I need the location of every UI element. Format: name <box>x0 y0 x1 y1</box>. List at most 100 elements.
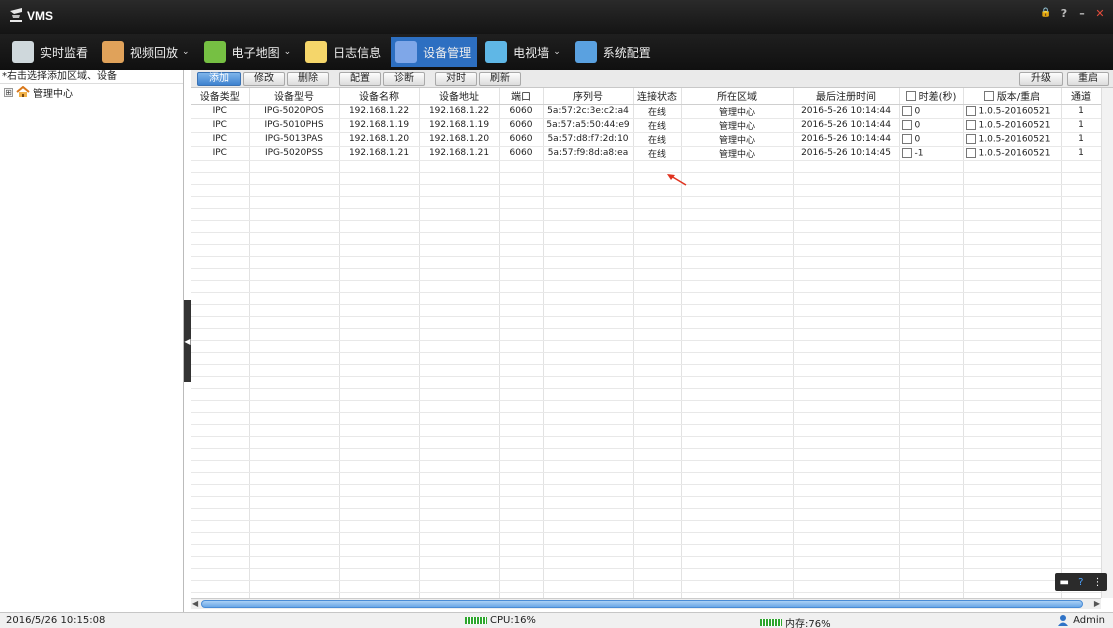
add-button[interactable]: 添加 <box>197 72 241 86</box>
empty-cell <box>899 496 964 509</box>
horizontal-scroll-thumb[interactable] <box>201 600 1083 608</box>
empty-cell <box>633 532 682 545</box>
empty-cell <box>499 556 544 569</box>
help-icon[interactable]: ? <box>1057 6 1071 20</box>
table-row[interactable]: IPC IPG-5010PHS 192.168.1.19 192.168.1.19 60… <box>191 118 1101 133</box>
chevron-down-icon[interactable]: ⌄ <box>284 47 292 57</box>
empty-cell <box>419 304 500 317</box>
refresh-button[interactable]: 刷新 <box>479 72 521 86</box>
empty-cell <box>191 352 250 365</box>
col-device-type[interactable]: 设备类型 <box>191 88 250 105</box>
col-area[interactable]: 所在区域 <box>681 88 794 105</box>
col-channel[interactable]: 通道 <box>1061 88 1101 105</box>
current-user[interactable]: Admin <box>1057 614 1105 626</box>
scroll-right-icon[interactable]: ▶ <box>1094 599 1100 608</box>
empty-cell <box>681 208 794 221</box>
empty-cell <box>499 292 544 305</box>
row-checkbox[interactable] <box>901 147 912 158</box>
empty-cell <box>681 580 794 593</box>
col-last-register-time[interactable]: 最后注册时间 <box>793 88 900 105</box>
home-icon <box>16 86 30 97</box>
row-checkbox[interactable] <box>965 133 976 144</box>
minimize-icon[interactable]: – <box>1075 6 1089 20</box>
empty-cell <box>963 484 1062 497</box>
lock-icon[interactable]: 🔒 <box>1039 6 1053 20</box>
keyboard-icon[interactable]: ▬ <box>1060 577 1069 588</box>
empty-cell <box>543 364 634 377</box>
vertical-scrollbar[interactable] <box>1101 88 1113 598</box>
diagnose-button[interactable]: 诊断 <box>383 72 425 86</box>
empty-cell <box>793 436 900 449</box>
empty-cell <box>419 244 500 257</box>
empty-cell <box>963 424 1062 437</box>
col-time-diff[interactable]: 时差(秒) <box>899 88 964 105</box>
row-checkbox[interactable] <box>965 147 976 158</box>
main-menu: 实时监看 视频回放 ⌄ 电子地图 ⌄ 日志信息 设备管理 电视墙 ⌄ 系统配置 <box>0 34 1113 70</box>
menu-item-5[interactable]: 电视墙 ⌄ <box>481 37 567 67</box>
row-checkbox[interactable] <box>965 105 976 116</box>
menu-item-0[interactable]: 实时监看 <box>8 37 94 67</box>
col-device-model[interactable]: 设备型号 <box>249 88 340 105</box>
empty-cell <box>633 520 682 533</box>
status-bar: 2016/5/26 10:15:08 CPU:16% 内存:76% Admin <box>0 612 1113 628</box>
select-all-version-checkbox[interactable] <box>983 90 994 101</box>
menu-item-6[interactable]: 系统配置 <box>571 37 657 67</box>
empty-cell <box>543 544 634 557</box>
table-row[interactable]: IPC IPG-5020PSS 192.168.1.21 192.168.1.21 60… <box>191 146 1101 161</box>
empty-cell <box>419 340 500 353</box>
menu-item-1[interactable]: 视频回放 ⌄ <box>98 37 196 67</box>
row-checkbox[interactable] <box>901 133 912 144</box>
empty-cell <box>1061 436 1101 449</box>
select-all-timediff-checkbox[interactable] <box>905 90 916 101</box>
empty-cell <box>899 508 964 521</box>
empty-cell <box>499 208 544 221</box>
config-button[interactable]: 配置 <box>339 72 381 86</box>
col-port[interactable]: 端口 <box>499 88 544 105</box>
tree-item-management-center[interactable]: ⊞ 管理中心 <box>0 84 183 100</box>
sidebar-collapse-handle[interactable]: ◀ <box>184 300 191 382</box>
empty-cell <box>543 220 634 233</box>
close-icon[interactable]: ✕ <box>1093 6 1107 20</box>
chevron-down-icon[interactable]: ⌄ <box>182 47 190 57</box>
empty-cell <box>633 220 682 233</box>
row-checkbox[interactable] <box>901 119 912 130</box>
menu-item-4[interactable]: 设备管理 <box>391 37 478 67</box>
upgrade-button[interactable]: 升级 <box>1019 72 1063 86</box>
empty-cell <box>191 208 250 221</box>
empty-cell <box>499 220 544 233</box>
scroll-left-icon[interactable]: ◀ <box>192 599 198 608</box>
expand-icon[interactable]: ⊞ <box>4 87 13 97</box>
col-device-name[interactable]: 设备名称 <box>339 88 420 105</box>
more-icon[interactable]: ⋮ <box>1092 577 1102 588</box>
menu-item-3[interactable]: 日志信息 <box>301 37 387 67</box>
sync-time-button[interactable]: 对时 <box>435 72 477 86</box>
col-connection-status[interactable]: 连接状态 <box>633 88 682 105</box>
empty-cell <box>499 460 544 473</box>
empty-cell <box>339 172 420 185</box>
table-row[interactable]: IPC IPG-5020POS 192.168.1.22 192.168.1.22 60… <box>191 104 1101 119</box>
empty-cell <box>963 232 1062 245</box>
chevron-down-icon[interactable]: ⌄ <box>553 47 561 57</box>
empty-cell <box>543 568 634 581</box>
empty-cell <box>339 460 420 473</box>
menu-item-label: 设备管理 <box>423 45 472 60</box>
col-device-address[interactable]: 设备地址 <box>419 88 500 105</box>
reboot-button[interactable]: 重启 <box>1067 72 1109 86</box>
empty-cell <box>633 292 682 305</box>
table-row[interactable]: IPC IPG-5013PAS 192.168.1.20 192.168.1.20 60… <box>191 132 1101 147</box>
delete-button[interactable]: 删除 <box>287 72 329 86</box>
camera-icon <box>12 41 34 63</box>
col-serial[interactable]: 序列号 <box>543 88 634 105</box>
row-checkbox[interactable] <box>901 105 912 116</box>
menu-item-2[interactable]: 电子地图 ⌄ <box>200 37 298 67</box>
monitor-icon <box>395 41 418 63</box>
empty-cell <box>633 304 682 317</box>
edit-button[interactable]: 修改 <box>243 72 285 86</box>
col-version-reboot[interactable]: 版本/重启 <box>963 88 1062 105</box>
horizontal-scrollbar[interactable]: ◀ ▶ <box>191 598 1101 609</box>
table-cell: IPC <box>191 132 250 147</box>
empty-cell <box>793 412 900 425</box>
empty-cell <box>543 388 634 401</box>
row-checkbox[interactable] <box>965 119 976 130</box>
help-circle-icon[interactable]: ? <box>1078 577 1083 588</box>
